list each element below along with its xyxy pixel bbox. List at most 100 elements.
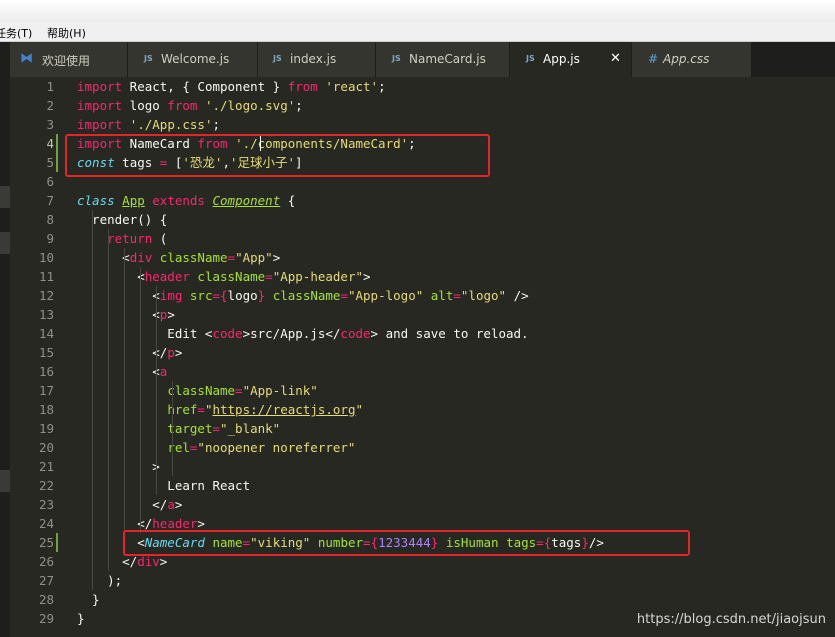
code-line[interactable]: 7 class App extends Component { (10, 191, 835, 210)
js-file-icon: JS (144, 54, 153, 63)
line-number: 26 (38, 554, 54, 569)
annotation-highlight-box (123, 530, 690, 556)
code-line[interactable]: 17 className="App-link" (10, 381, 835, 400)
code-text: <header className="App-header"> (77, 269, 371, 284)
code-line[interactable]: 9 return ( (10, 229, 835, 248)
line-number: 20 (38, 440, 54, 455)
window-title-bar (0, 0, 835, 23)
code-line[interactable]: 21 > (10, 457, 835, 476)
line-number: 13 (38, 307, 54, 322)
tab-label: NameCard.js (409, 52, 486, 66)
activity-bar-marker (0, 232, 10, 254)
activity-bar-marker (0, 186, 10, 208)
code-line[interactable]: 10 <div className="App"> (10, 248, 835, 267)
tab-welcome-js[interactable]: JS Welcome.js (128, 42, 258, 77)
code-text: ); (77, 573, 123, 588)
code-line[interactable]: 18 href="https://reactjs.org" (10, 400, 835, 419)
code-line[interactable]: 16 <a (10, 362, 835, 381)
line-number: 19 (38, 421, 54, 436)
close-icon[interactable]: ✕ (610, 51, 621, 66)
code-text: className="App-link" (167, 383, 318, 398)
code-text: <img src={logo} className="App-logo" alt… (77, 288, 529, 303)
tab-index-js[interactable]: JS index.js (258, 42, 376, 77)
code-text: return ( (107, 231, 168, 246)
line-number: 1 (46, 79, 54, 94)
js-file-icon: JS (392, 54, 401, 63)
code-text: rel="noopener noreferrer" (167, 440, 356, 455)
tab-app-css[interactable]: # App.css (632, 42, 752, 77)
code-line[interactable]: 2 import logo from './logo.svg'; (10, 96, 835, 115)
indent-guide (140, 267, 141, 533)
code-line[interactable]: 3 import './App.css'; (10, 115, 835, 134)
line-number: 14 (38, 326, 54, 341)
code-text: href="https://reactjs.org" (167, 402, 364, 417)
code-text: import logo from './logo.svg'; (77, 98, 303, 113)
menu-bar: 任务(T) 帮助(H) (0, 22, 835, 42)
line-number: 17 (38, 383, 54, 398)
code-line[interactable]: 15 </p> (10, 343, 835, 362)
code-text: } (77, 592, 100, 607)
line-number: 2 (46, 98, 54, 113)
code-line[interactable]: 20 rel="noopener noreferrer" (10, 438, 835, 457)
code-line[interactable]: 19 target="_blank" (10, 419, 835, 438)
code-line[interactable]: 11 <header className="App-header"> (10, 267, 835, 286)
code-line[interactable]: 22 Learn React (10, 476, 835, 495)
line-number: 27 (38, 573, 54, 588)
tab-label: 欢迎使用 (42, 54, 91, 68)
tab-welcome[interactable]: ⧓ 欢迎使用 (10, 42, 128, 77)
code-line[interactable]: 1 import React, { Component } from 'react… (10, 77, 835, 96)
line-number: 24 (38, 516, 54, 531)
line-number: 18 (38, 402, 54, 417)
code-text: render() { (77, 212, 168, 227)
tab-label: App.css (663, 52, 710, 66)
tab-app-js[interactable]: JS App.js ✕ (510, 42, 632, 77)
line-number: 6 (46, 174, 54, 189)
indent-guide (124, 248, 125, 552)
code-text: import React, { Component } from 'react'… (77, 79, 386, 94)
code-text: import './App.css'; (77, 117, 221, 132)
line-number: 15 (38, 345, 54, 360)
line-number: 22 (38, 478, 54, 493)
line-number: 12 (38, 288, 54, 303)
tab-namecard-js[interactable]: JS NameCard.js (376, 42, 510, 77)
line-number: 11 (38, 269, 54, 284)
code-text: Edit <code>src/App.js</code> and save to… (77, 326, 529, 341)
menu-tasks[interactable]: 任务(T) (0, 25, 32, 41)
git-change-marker (56, 533, 58, 552)
tab-label: App.js (543, 52, 580, 66)
line-number: 7 (46, 193, 54, 208)
line-number: 28 (38, 592, 54, 607)
line-number: 16 (38, 364, 54, 379)
js-file-icon: JS (526, 54, 535, 63)
line-number: 9 (46, 231, 54, 246)
code-text: Learn React (77, 478, 251, 493)
code-text: } (77, 611, 85, 626)
line-number: 21 (38, 459, 54, 474)
line-number: 5 (46, 155, 54, 170)
js-file-icon: JS (273, 54, 282, 63)
line-number: 8 (46, 212, 54, 227)
code-line[interactable]: 8 render() { (10, 210, 835, 229)
activity-bar (0, 42, 10, 637)
activity-bar-marker (0, 470, 10, 492)
code-line[interactable]: 14 Edit <code>src/App.js</code> and save… (10, 324, 835, 343)
code-line[interactable]: 28 } (10, 590, 835, 609)
tab-label: index.js (290, 52, 337, 66)
line-number: 23 (38, 497, 54, 512)
code-text: <a (77, 364, 168, 379)
menu-help[interactable]: 帮助(H) (47, 25, 86, 41)
vscode-icon: ⧓ (20, 51, 33, 66)
indent-guide (156, 286, 157, 495)
watermark: https://blog.csdn.net/jiaojsun (636, 612, 826, 627)
git-change-marker (56, 134, 58, 172)
indent-guide (92, 210, 93, 590)
code-line[interactable]: 23 </a> (10, 495, 835, 514)
line-number: 3 (46, 117, 54, 132)
line-number: 10 (38, 250, 54, 265)
indent-guide (172, 381, 173, 476)
code-line[interactable]: 27 ); (10, 571, 835, 590)
code-line[interactable]: 13 <p> (10, 305, 835, 324)
indent-guide (108, 229, 109, 571)
editor-tab-bar: ⧓ 欢迎使用 JS Welcome.js JS index.js JS Name… (10, 42, 835, 77)
code-line[interactable]: 12 <img src={logo} className="App-logo" … (10, 286, 835, 305)
